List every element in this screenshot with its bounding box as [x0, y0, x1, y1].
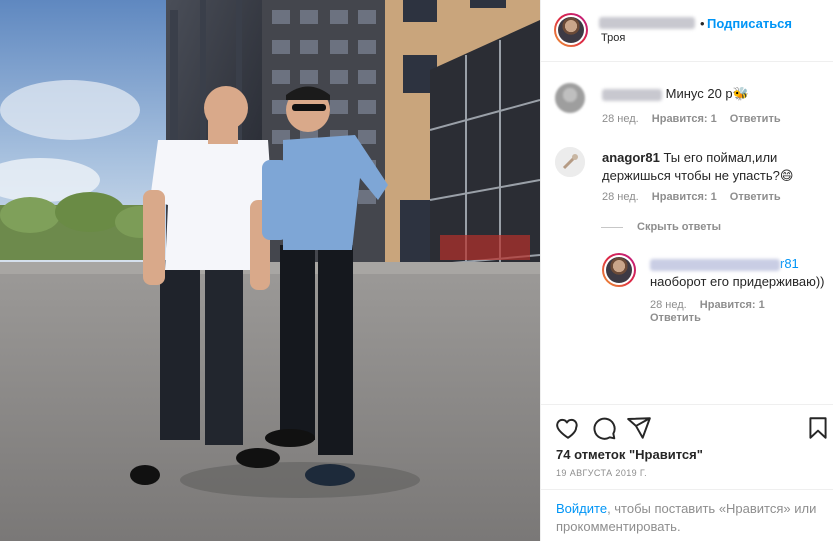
header-separator: • [700, 16, 705, 31]
reply-item: r81 наоборот его придерживаю)) 28 нед. Н… [602, 253, 827, 325]
post-side-panel: • Подписаться Троя Минус 20 р🐝 28 нед. Н… [540, 0, 833, 541]
post-modal: • Подписаться Троя Минус 20 р🐝 28 нед. Н… [0, 0, 833, 541]
comment-likes[interactable]: Нравится: 1 [652, 191, 717, 203]
share-icon[interactable] [626, 415, 652, 441]
reply-text: наоборот его придерживаю)) [650, 274, 825, 289]
post-location[interactable]: Троя [601, 32, 625, 44]
comment-time[interactable]: 28 нед. [602, 191, 639, 203]
post-photo[interactable] [0, 0, 540, 541]
comment-item: anagor81 Ты его поймал,или держишься что… [555, 147, 827, 207]
comment-text: Минус 20 р🐝 [665, 86, 749, 101]
post-date[interactable]: 19 АВГУСТА 2019 Г. [556, 468, 647, 478]
author-avatar[interactable] [554, 13, 588, 47]
commenter-avatar[interactable] [555, 147, 585, 177]
comment-meta: 28 нед. Нравится: 1 Ответить [602, 113, 791, 125]
hide-replies-divider [601, 226, 623, 228]
reply-meta: 28 нед. Нравится: 1 Ответить [650, 299, 775, 325]
follow-button[interactable]: Подписаться [707, 16, 792, 31]
hide-replies-label: Скрыть ответы [637, 221, 721, 233]
commenter-avatar[interactable] [555, 83, 585, 113]
hide-replies-button[interactable]: Скрыть ответы [601, 221, 721, 233]
post-actions: 74 отметок "Нравится" 19 АВГУСТА 2019 Г.… [541, 404, 833, 541]
heart-icon[interactable] [555, 415, 581, 441]
reply-mention-suffix[interactable]: r81 [780, 256, 799, 271]
likes-count[interactable]: 74 отметок "Нравится" [556, 447, 703, 462]
comment-time[interactable]: 28 нед. [602, 113, 639, 125]
commenter-username-redacted[interactable] [602, 88, 662, 101]
login-link[interactable]: Войдите [556, 501, 607, 516]
reply-username-redacted[interactable] [650, 258, 780, 271]
login-prompt: Войдите, чтобы поставить «Нравится» или … [541, 489, 833, 541]
comment-item: Минус 20 р🐝 28 нед. Нравится: 1 Ответить [555, 83, 827, 135]
commenter-avatar-image [555, 147, 585, 177]
bookmark-icon[interactable] [805, 415, 831, 441]
comments-list: Минус 20 р🐝 28 нед. Нравится: 1 Ответить [541, 63, 833, 403]
reply-author-avatar[interactable] [602, 253, 636, 287]
reply-likes[interactable]: Нравится: 1 [700, 299, 765, 311]
comment-reply-button[interactable]: Ответить [730, 191, 781, 203]
post-header: • Подписаться Троя [541, 0, 833, 62]
comment-icon[interactable] [591, 415, 617, 441]
reply-time[interactable]: 28 нед. [650, 299, 687, 311]
comment-reply-button[interactable]: Ответить [730, 113, 781, 125]
commenter-username[interactable]: anagor81 [602, 150, 660, 165]
comment-meta: 28 нед. Нравится: 1 Ответить [602, 191, 791, 203]
comment-likes[interactable]: Нравится: 1 [652, 113, 717, 125]
reply-reply-button[interactable]: Ответить [650, 312, 701, 324]
post-photo-image [0, 0, 540, 541]
author-username-redacted[interactable] [599, 17, 695, 29]
